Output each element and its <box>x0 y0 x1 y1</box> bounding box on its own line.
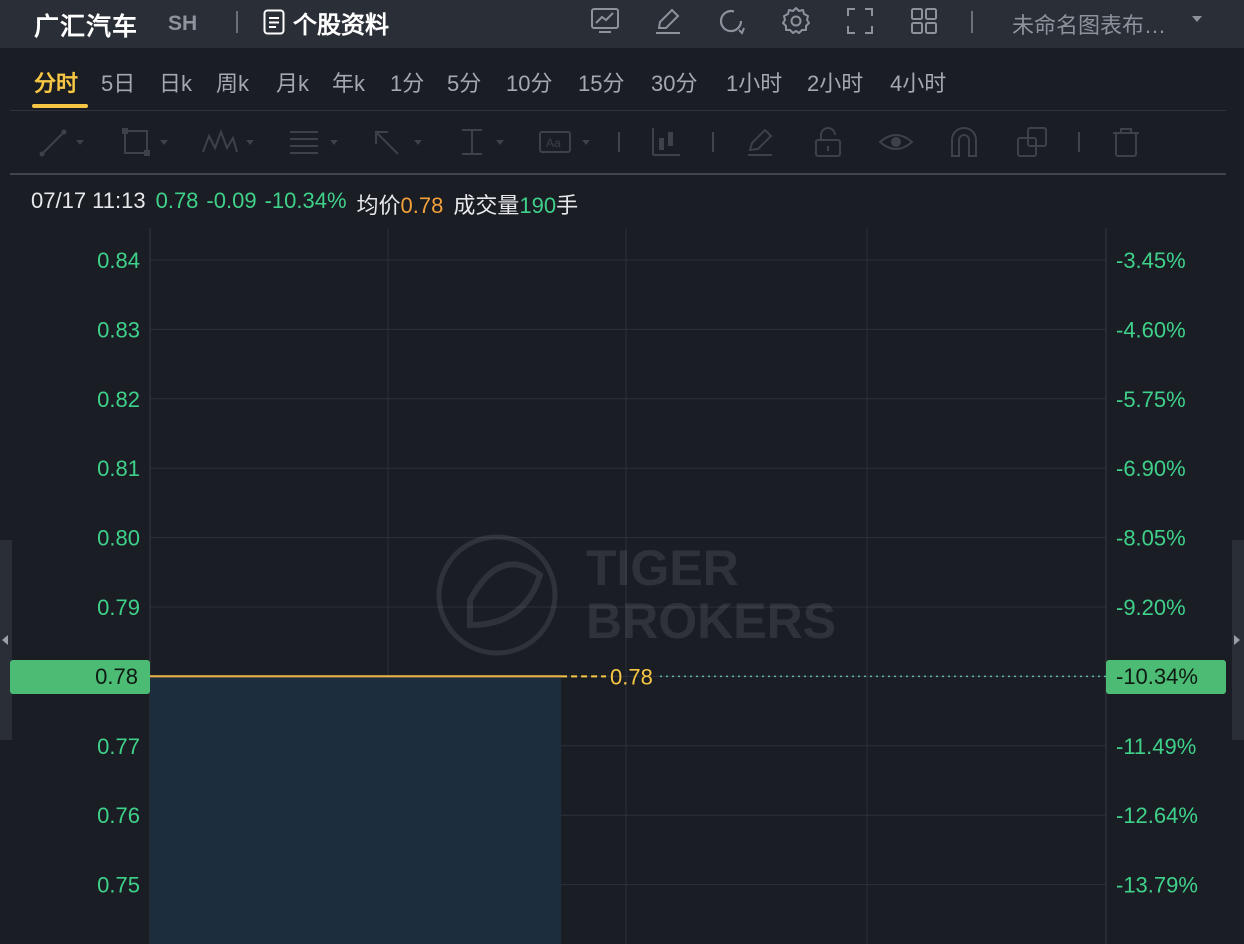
left-arrow-icon[interactable] <box>2 635 8 645</box>
watermark-line1: TIGER <box>586 540 739 596</box>
last-price-label: 0.78 <box>610 664 653 689</box>
price-tick-label: 0.84 <box>97 248 140 273</box>
tiger-brokers-watermark: TIGER BROKERS <box>436 534 836 656</box>
price-area <box>150 676 562 944</box>
price-area-fill <box>150 676 562 944</box>
percent-tick-label: -5.75% <box>1116 387 1186 412</box>
price-tick-label: 0.79 <box>97 595 140 620</box>
percent-tick-label: -6.90% <box>1116 456 1186 481</box>
price-axis: 0.84 0.83 0.82 0.81 0.80 0.79 0.77 0.76 0.75 <box>97 248 140 898</box>
current-price-tag-text: 0.78 <box>95 664 138 689</box>
price-tick-label: 0.77 <box>97 734 140 759</box>
percent-tick-label: -3.45% <box>1116 248 1186 273</box>
right-arrow-icon[interactable] <box>1234 635 1240 645</box>
watermark-line2: BROKERS <box>586 593 836 649</box>
current-pct-tag-text: -10.34% <box>1116 664 1198 689</box>
price-tick-label: 0.81 <box>97 456 140 481</box>
percent-tick-label: -4.60% <box>1116 317 1186 342</box>
price-tick-label: 0.75 <box>97 873 140 898</box>
current-pct-tag: -10.34% <box>1106 660 1226 694</box>
percent-tick-label: -13.79% <box>1116 873 1198 898</box>
percent-tick-label: -8.05% <box>1116 526 1186 551</box>
intraday-chart[interactable]: TIGER BROKERS 0.78 0.840.830.820.810.800… <box>0 0 1244 944</box>
price-tick-label: 0.76 <box>97 803 140 828</box>
price-tick-label: 0.82 <box>97 387 140 412</box>
price-tick-label: 0.83 <box>97 317 140 342</box>
percent-tick-label: -12.64% <box>1116 803 1198 828</box>
current-price-tag: 0.78 <box>10 660 150 694</box>
price-tick-label: 0.80 <box>97 526 140 551</box>
percent-axis: -3.45% -4.60% -5.75% -6.90% -8.05% -9.20% -11.… <box>1116 248 1198 898</box>
percent-tick-label: -11.49% <box>1116 734 1196 759</box>
percent-tick-label: -9.20% <box>1116 595 1186 620</box>
